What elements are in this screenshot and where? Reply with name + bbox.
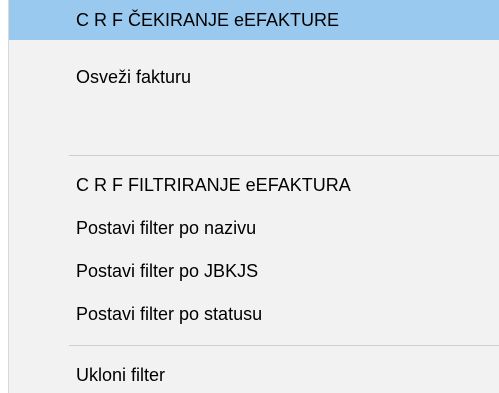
menu-separator — [69, 155, 499, 156]
menu-item-filter-po-nazivu[interactable]: Postavi filter po nazivu — [9, 208, 499, 248]
menu-item-filter-po-jbkjs[interactable]: Postavi filter po JBKJS — [9, 251, 499, 291]
menu-item-empty[interactable] — [9, 97, 499, 137]
menu-item-filter-po-statusu[interactable]: Postavi filter po statusu — [9, 294, 499, 334]
menu-item-crf-cekiranje-efakture[interactable]: C R F ČEKIRANJE eEFAKTURE — [9, 0, 499, 40]
menu-item-ukloni-filter[interactable]: Ukloni filter — [9, 355, 499, 393]
menu-item-osvezi-fakturu[interactable]: Osveži fakturu — [9, 57, 499, 97]
menu-item-crf-filtriranje-efaktura[interactable]: C R F FILTRIRANJE eEFAKTURA — [9, 165, 499, 205]
menu-icon-gutter — [0, 0, 9, 393]
context-menu: C R F ČEKIRANJE eEFAKTURE Osveži fakturu… — [0, 0, 499, 393]
menu-separator — [69, 345, 499, 346]
